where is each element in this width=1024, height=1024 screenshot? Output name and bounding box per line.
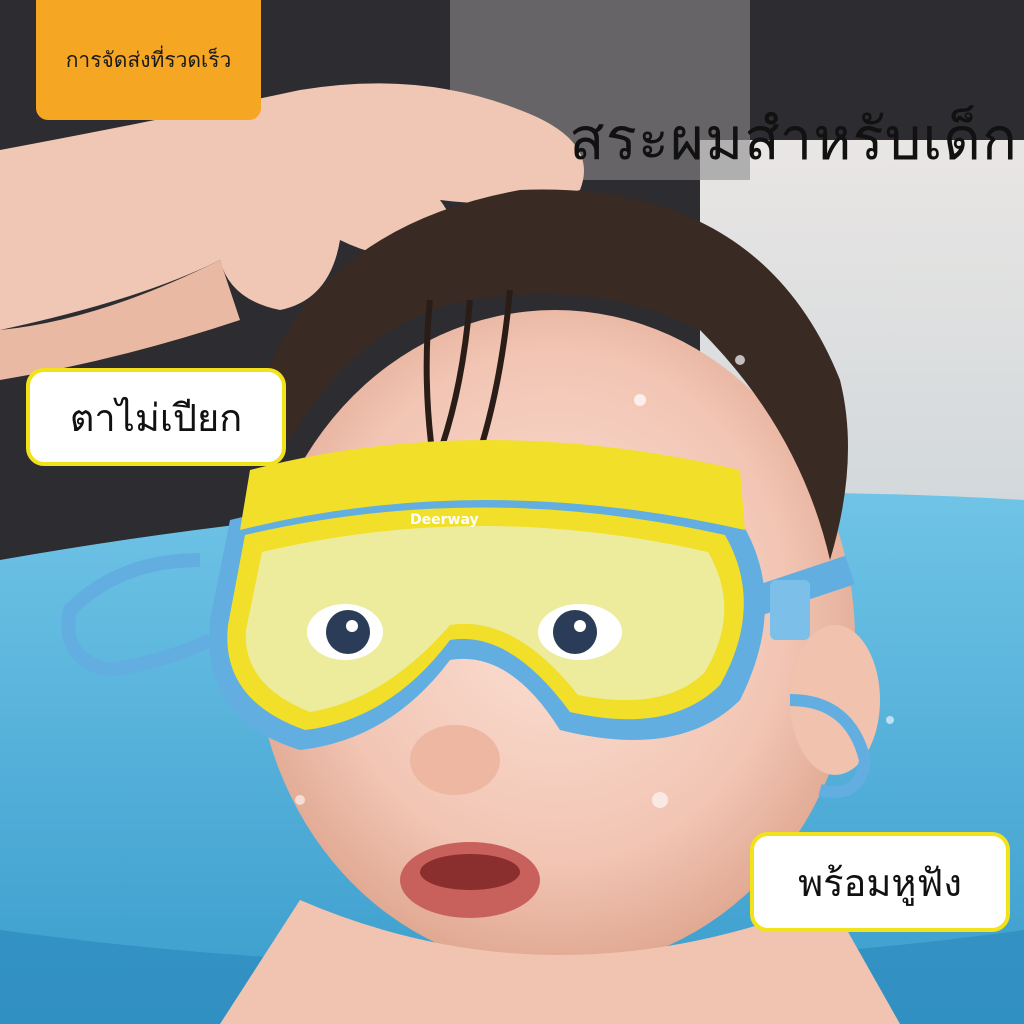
headline-title: สระผมสำหรับเด็ก: [569, 105, 1018, 173]
left-eye: [326, 610, 370, 654]
goggle-logo: Deerway: [410, 512, 479, 528]
right-eye: [553, 610, 597, 654]
callout-eyes: ตาไม่เปียก: [26, 368, 286, 466]
callout-ears: พร้อมหูฟัง: [750, 832, 1010, 932]
product-photo: Deerway การจัดส่งที่รวดเร็ว สระผมสำหรับเ…: [0, 0, 1024, 1024]
badge-text: การจัดส่งที่รวดเร็ว: [65, 47, 232, 72]
callout-eyes-text: ตาไม่เปียก: [69, 395, 243, 440]
baby-nose: [410, 725, 500, 795]
fast-delivery-badge: การจัดส่งที่รวดเร็ว: [36, 0, 261, 120]
callout-ears-text: พร้อมหูฟัง: [798, 860, 962, 905]
